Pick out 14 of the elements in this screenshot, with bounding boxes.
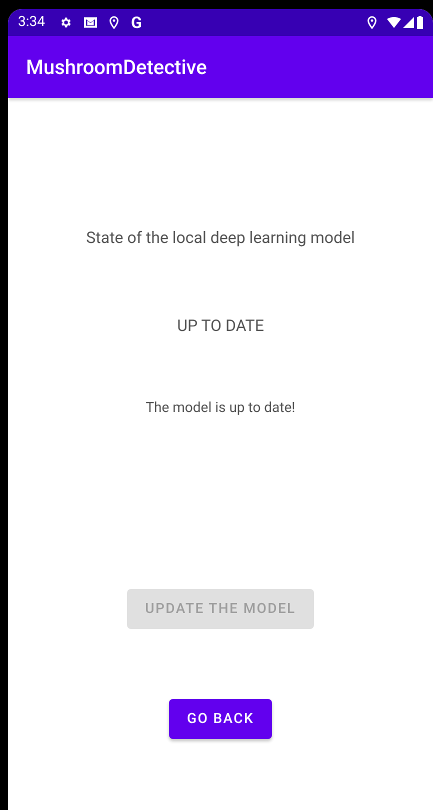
state-text: UP TO DATE bbox=[177, 315, 264, 337]
location-icon bbox=[367, 16, 377, 29]
status-message: The model is up to date! bbox=[146, 399, 296, 418]
notification-letter: G bbox=[131, 12, 142, 34]
mail-icon bbox=[84, 17, 97, 28]
signal-icon bbox=[403, 17, 414, 28]
wifi-icon bbox=[387, 17, 401, 28]
app-title: MushroomDetective bbox=[26, 54, 207, 81]
heading-text: State of the local deep learning model bbox=[86, 227, 355, 249]
go-back-button[interactable]: GO BACK bbox=[168, 699, 272, 739]
battery-icon bbox=[417, 16, 423, 29]
status-time: 3:34 bbox=[18, 13, 45, 32]
location-icon bbox=[109, 16, 119, 29]
gear-icon bbox=[59, 16, 72, 29]
